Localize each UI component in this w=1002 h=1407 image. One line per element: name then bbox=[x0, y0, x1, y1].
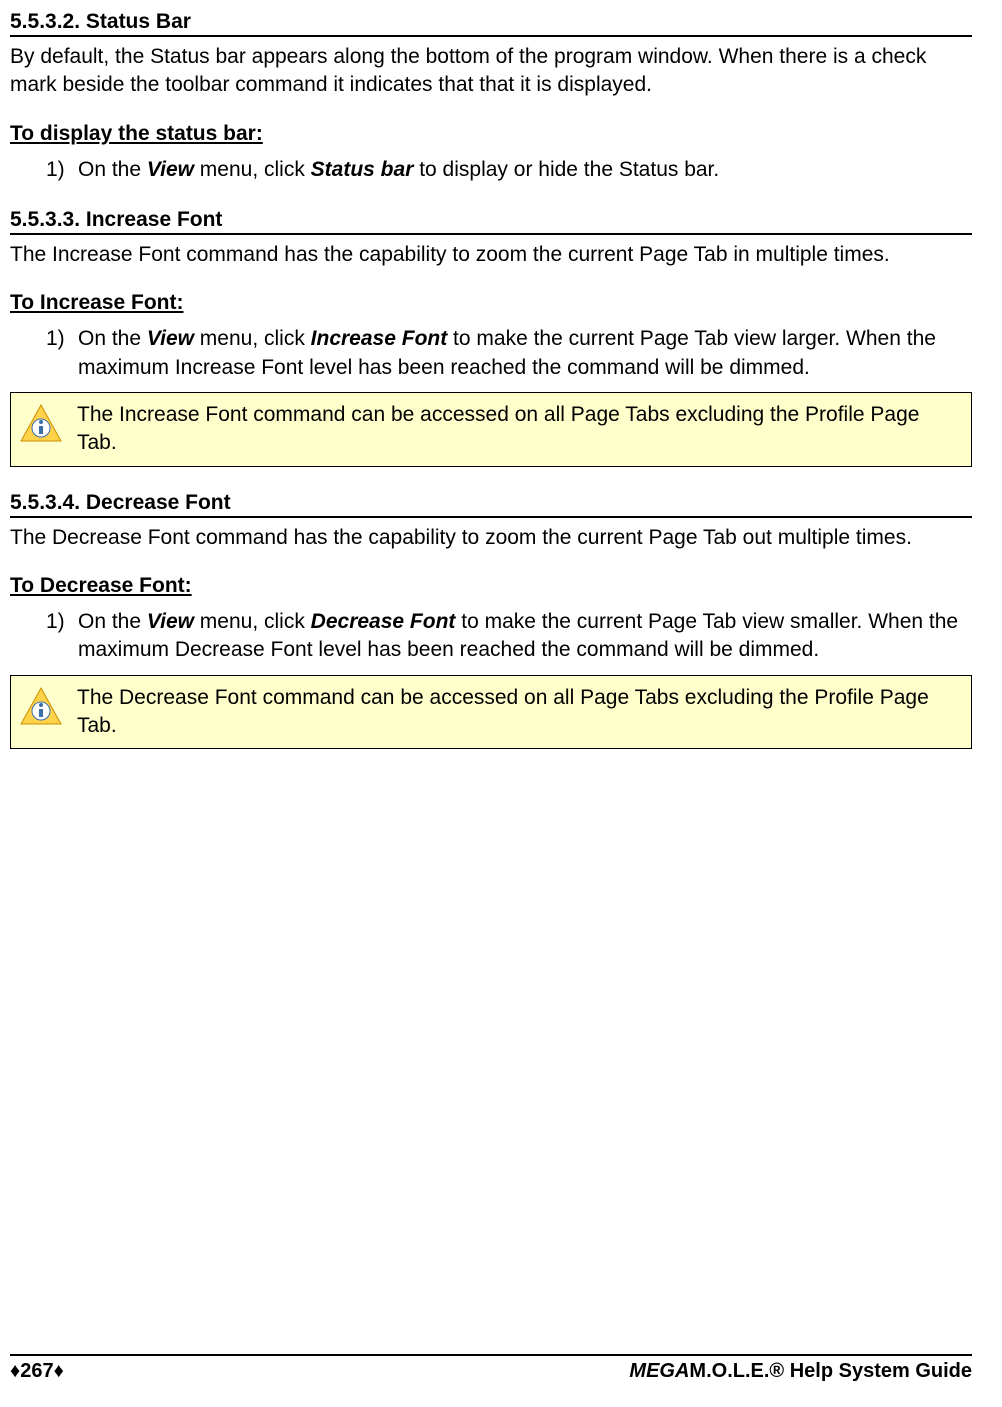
guide-rest: M.O.L.E.® Help System Guide bbox=[689, 1360, 972, 1382]
list-content: On the View menu, click Decrease Font to… bbox=[78, 608, 972, 665]
list-item: 1) On the View menu, click Status bar to… bbox=[46, 156, 972, 184]
command-name: Status bar bbox=[311, 158, 414, 181]
text: menu, click bbox=[194, 610, 311, 633]
text: On the bbox=[78, 327, 147, 350]
text: menu, click bbox=[194, 327, 311, 350]
sub-heading: To display the status bar: bbox=[10, 122, 972, 146]
info-icon bbox=[19, 686, 63, 730]
guide-title: MEGAM.O.L.E.® Help System Guide bbox=[629, 1360, 972, 1383]
list-number: 1) bbox=[46, 608, 78, 665]
footer-divider bbox=[10, 1354, 972, 1356]
section-heading: 5.5.3.4. Decrease Font bbox=[10, 491, 972, 518]
section-intro: The Decrease Font command has the capabi… bbox=[10, 524, 972, 552]
list-number: 1) bbox=[46, 325, 78, 382]
note-box: The Increase Font command can be accesse… bbox=[10, 392, 972, 467]
sub-heading: To Increase Font: bbox=[10, 291, 972, 315]
list-item: 1) On the View menu, click Increase Font… bbox=[46, 325, 972, 382]
menu-name: View bbox=[147, 327, 194, 350]
note-text: The Decrease Font command can be accesse… bbox=[77, 684, 963, 741]
note-box: The Decrease Font command can be accesse… bbox=[10, 675, 972, 750]
section-intro: By default, the Status bar appears along… bbox=[10, 43, 972, 100]
command-name: Increase Font bbox=[311, 327, 448, 350]
list-item: 1) On the View menu, click Decrease Font… bbox=[46, 608, 972, 665]
command-name: Decrease Font bbox=[311, 610, 456, 633]
info-icon bbox=[19, 403, 63, 447]
section-heading: 5.5.3.3. Increase Font bbox=[10, 208, 972, 235]
text: menu, click bbox=[194, 158, 311, 181]
list-number: 1) bbox=[46, 156, 78, 184]
page-number: ♦267♦ bbox=[10, 1360, 64, 1383]
section-heading: 5.5.3.2. Status Bar bbox=[10, 10, 972, 37]
text: On the bbox=[78, 158, 147, 181]
text: On the bbox=[78, 610, 147, 633]
sub-heading: To Decrease Font: bbox=[10, 574, 972, 598]
section-intro: The Increase Font command has the capabi… bbox=[10, 241, 972, 269]
menu-name: View bbox=[147, 610, 194, 633]
page-footer: ♦267♦ MEGAM.O.L.E.® Help System Guide bbox=[10, 1354, 972, 1383]
menu-name: View bbox=[147, 158, 194, 181]
guide-prefix: MEGA bbox=[629, 1360, 689, 1382]
list-content: On the View menu, click Status bar to di… bbox=[78, 156, 972, 184]
list-content: On the View menu, click Increase Font to… bbox=[78, 325, 972, 382]
text: to display or hide the Status bar. bbox=[413, 158, 719, 181]
note-text: The Increase Font command can be accesse… bbox=[77, 401, 963, 458]
